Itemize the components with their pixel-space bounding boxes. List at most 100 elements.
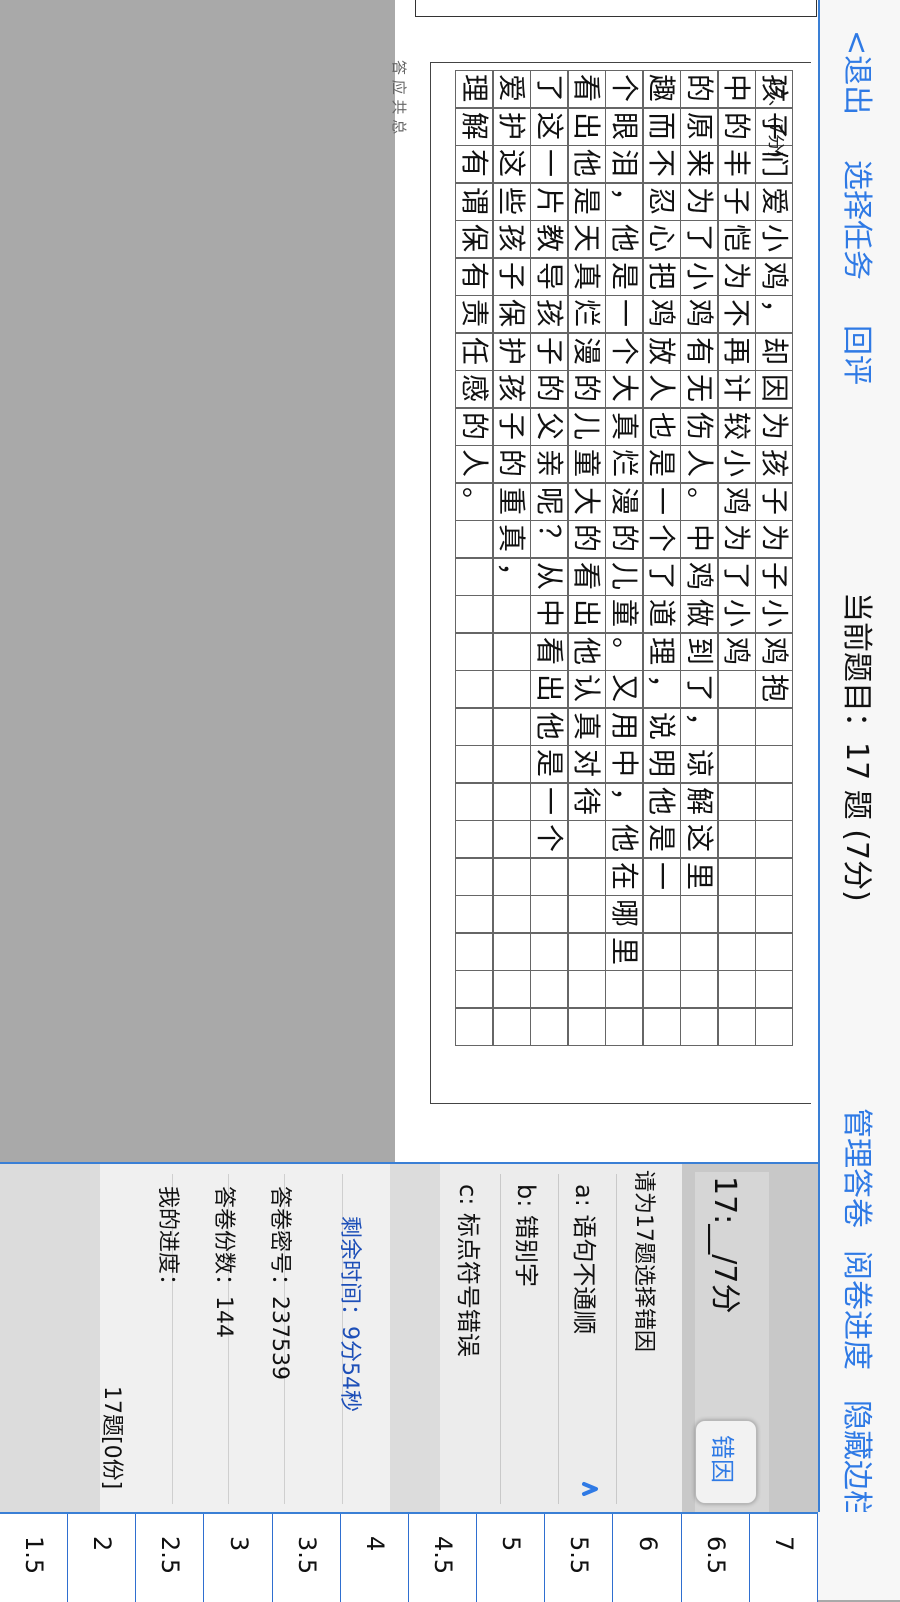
handwritten-char: ， [495, 561, 528, 590]
handwritten-char: 中 [682, 524, 716, 553]
handwritten-char: ， [682, 711, 716, 740]
option-b[interactable]: b: 错别字 [511, 1184, 546, 1287]
handwritten-char: 了 [532, 74, 566, 103]
score-key[interactable]: 6 [613, 1514, 682, 1602]
handwritten-char: 是 [645, 824, 678, 853]
grid-cell [717, 670, 756, 708]
review-button[interactable]: 回评 [838, 325, 882, 385]
grid-cell [717, 970, 756, 1008]
grid-cell [455, 1007, 493, 1046]
handwritten-char: 是 [645, 449, 678, 478]
grid-cell [530, 1007, 568, 1046]
handwritten-char: 子 [720, 186, 753, 215]
handwritten-char: 人 [645, 374, 678, 403]
score-key[interactable]: 5.5 [545, 1514, 614, 1602]
handwritten-char: 。 [607, 636, 641, 665]
grid-cell [530, 895, 568, 933]
score-key-label: 2.5 [156, 1536, 185, 1575]
score-key[interactable]: 2.5 [136, 1514, 205, 1602]
handwritten-char: 他 [645, 786, 678, 815]
score-key-label: 7 [769, 1536, 798, 1552]
option-c[interactable]: c: 标点符号错误 [453, 1184, 488, 1357]
handwritten-char: 出 [570, 111, 603, 140]
handwritten-char: 看 [532, 636, 566, 665]
handwritten-char: 哪 [607, 899, 641, 928]
handwritten-char: 道 [645, 599, 678, 628]
score-key[interactable]: 3.5 [272, 1514, 341, 1602]
navigation-bar: <退出 选择任务 回评 当前题目：17 题 (7分) 管理答卷 阅卷进度 隐藏边… [818, 0, 900, 1600]
handwritten-char: 他 [570, 636, 603, 665]
select-task-button[interactable]: 选择任务 [838, 160, 882, 280]
score-key[interactable]: 7 [749, 1514, 818, 1602]
grid-cell [755, 857, 793, 896]
handwritten-char: 一 [532, 149, 566, 178]
score-key[interactable]: 4.5 [409, 1514, 478, 1602]
error-reason-options: 请为17题选择错因 a: 语句不通顺 b: 错别字 c: 标点符号错误 [440, 1164, 682, 1514]
chevron-down-icon[interactable] [580, 1478, 602, 1500]
handwritten-char: 孩 [757, 449, 791, 478]
handwritten-char: 子 [757, 561, 791, 590]
grading-info: 剩余时间：9分54秒 答卷密号：237539 答卷份数：144 我的进度： 17… [99, 1164, 390, 1514]
grid-cell [717, 932, 756, 971]
handwritten-char: 理 [645, 636, 678, 665]
score-key[interactable]: 5 [477, 1514, 546, 1602]
scan-footer-text: 答 应 共 总 [390, 60, 408, 135]
handwritten-char: 孩 [757, 74, 791, 103]
handwritten-char: 他 [607, 824, 641, 853]
score-key-label: 3 [224, 1536, 253, 1552]
grid-cell [755, 970, 793, 1008]
grid-cell [755, 745, 793, 783]
handwritten-char: 呢 [532, 486, 566, 515]
grid-cell [567, 1007, 606, 1046]
handwritten-char: 鸡 [757, 261, 791, 290]
handwritten-char: 解 [457, 111, 491, 140]
handwritten-char: 里 [607, 936, 641, 965]
manage-answers-button[interactable]: 管理答卷 [838, 1108, 882, 1228]
option-a[interactable]: a: 语句不通顺 [569, 1184, 604, 1334]
handwritten-char: 真 [495, 524, 528, 553]
grid-cell [717, 782, 756, 821]
handwritten-char: 明 [645, 749, 678, 778]
handwritten-char: 忍 [645, 186, 678, 215]
handwritten-char: 责 [457, 299, 491, 328]
grid-cell [680, 932, 718, 971]
score-keypad: 7 6.5 6 5.5 5 4.5 4 3.5 3 2.5 2 1.5 [0, 1512, 818, 1602]
handwritten-char: 谅 [682, 749, 716, 778]
handwritten-char: 原 [682, 111, 716, 140]
handwritten-char: 了 [682, 674, 716, 703]
handwritten-char: 他 [570, 149, 603, 178]
score-key[interactable]: 1.5 [0, 1514, 69, 1602]
handwritten-char: 这 [682, 824, 716, 853]
handwritten-char: 了 [645, 561, 678, 590]
score-key[interactable]: 3 [204, 1514, 273, 1602]
score-input[interactable]: 17:__/7分 [706, 1176, 750, 1313]
handwritten-char: 他 [607, 224, 641, 253]
handwritten-char: 看 [570, 74, 603, 103]
handwritten-char: 鸡 [682, 299, 716, 328]
score-key[interactable]: 2 [68, 1514, 137, 1602]
grid-cell [567, 932, 606, 971]
handwritten-char: 童 [570, 449, 603, 478]
handwritten-char: 放 [645, 336, 678, 365]
handwritten-char: 孩 [532, 299, 566, 328]
handwritten-char: 对 [570, 749, 603, 778]
grid-cell [530, 970, 568, 1008]
exit-button[interactable]: <退出 [838, 30, 882, 115]
grading-progress-button[interactable]: 阅卷进度 [838, 1250, 882, 1370]
handwritten-char: 重 [495, 486, 528, 515]
score-key[interactable]: 6.5 [681, 1514, 750, 1602]
grid-cell [455, 595, 493, 633]
score-key[interactable]: 4 [340, 1514, 409, 1602]
handwritten-char: 的 [682, 74, 716, 103]
handwritten-char: ， [607, 186, 641, 215]
handwritten-char: 用 [607, 711, 641, 740]
handwritten-char: 抱 [757, 674, 791, 703]
handwritten-char: 大 [607, 374, 641, 403]
grid-cell [717, 895, 756, 933]
error-reason-label: 错因 [708, 1435, 736, 1483]
handwritten-char: 小 [720, 449, 753, 478]
handwritten-char: 有 [682, 336, 716, 365]
error-reason-button[interactable]: 错因 [695, 1420, 757, 1504]
hide-sidebar-button[interactable]: 隐藏边栏 [838, 1400, 882, 1520]
grid-cell [455, 670, 493, 708]
